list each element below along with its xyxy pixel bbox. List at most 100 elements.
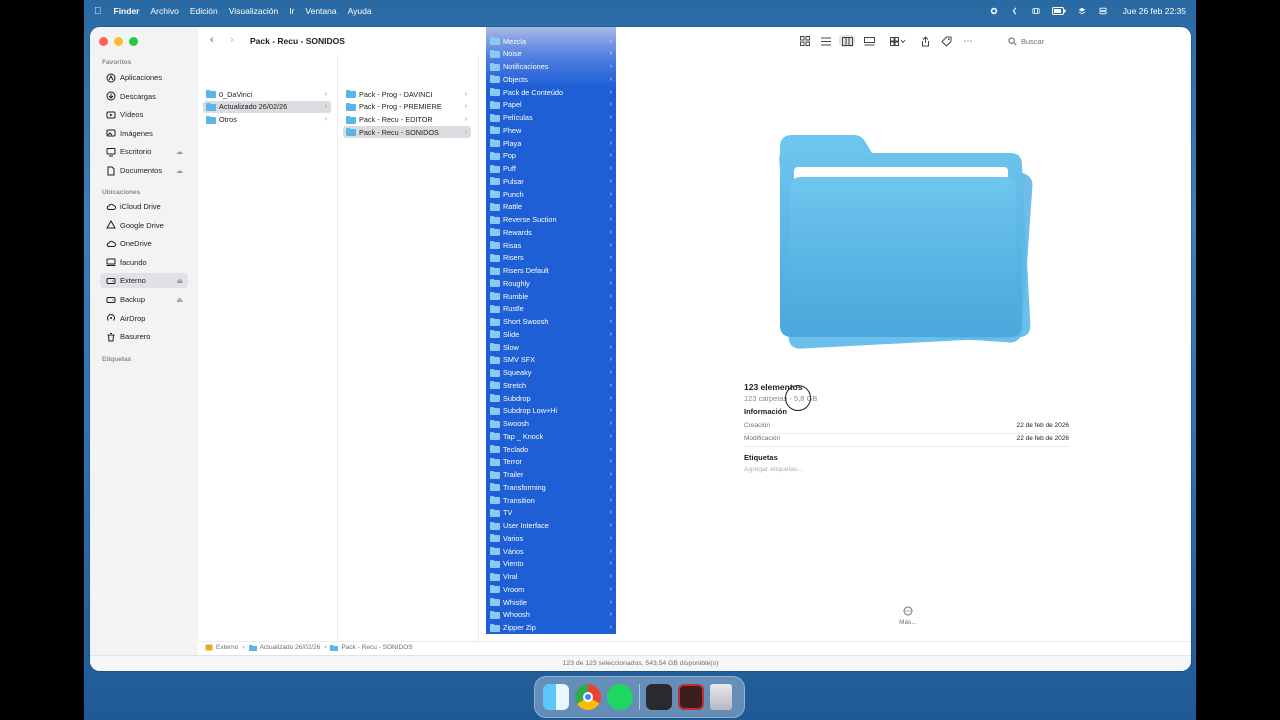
folder-row[interactable]: Rattle ›: [486, 201, 616, 213]
folder-row[interactable]: Trailer ›: [486, 469, 616, 481]
more-actions-icon[interactable]: ⋯: [961, 35, 975, 47]
battery-icon[interactable]: [1051, 7, 1066, 15]
folder-row[interactable]: Viento ›: [486, 558, 616, 570]
folder-row[interactable]: Rustle ›: [486, 303, 616, 315]
folder-row[interactable]: Reverse Suction ›: [486, 214, 616, 226]
folder-row[interactable]: Subdrop ›: [486, 392, 616, 404]
sidebar-item-airdrop[interactable]: AirDrop: [100, 311, 188, 326]
sidebar-item-backup[interactable]: Backup ⏏: [100, 292, 188, 307]
sidebar-item-onedrive[interactable]: OneDrive: [100, 236, 188, 251]
folder-row[interactable]: Slide ›: [486, 328, 616, 340]
zoom-window-button[interactable]: [129, 37, 138, 46]
folder-row[interactable]: Otros ›: [203, 114, 331, 126]
sidebar-item-documentos[interactable]: Documentos ☁: [100, 163, 188, 178]
app-thumbnail-icon[interactable]: [678, 684, 704, 710]
folder-row[interactable]: Viral ›: [486, 571, 616, 583]
gallery-view-icon[interactable]: [862, 35, 876, 47]
sidebar-item-icloud-drive[interactable]: iCloud Drive: [100, 199, 188, 214]
menu-clock[interactable]: Jue 26 feb 22:35: [1123, 6, 1186, 16]
search-field[interactable]: Buscar: [1008, 34, 1188, 48]
folder-row[interactable]: Pack de Conteúdo ›: [486, 86, 616, 98]
sidebar-item-escritorio[interactable]: Escritorio ☁: [100, 144, 188, 159]
folder-row[interactable]: User Interface ›: [486, 520, 616, 532]
menu-ir[interactable]: Ir: [289, 6, 294, 16]
menu-ayuda[interactable]: Ayuda: [348, 6, 372, 16]
more-button[interactable]: Más...: [893, 606, 923, 626]
list-view-icon[interactable]: [819, 35, 833, 47]
folder-row[interactable]: Tap _ Knock ›: [486, 430, 616, 442]
sidebar-item-aplicaciones[interactable]: Aplicaciones: [100, 70, 188, 85]
folder-row[interactable]: Pulsar ›: [486, 175, 616, 187]
path-segment[interactable]: Actualizado 26/02/26: [248, 644, 320, 651]
spotify-dock-icon[interactable]: [607, 684, 633, 710]
apple-icon[interactable]: : [94, 6, 102, 17]
folder-row[interactable]: Teclado ›: [486, 443, 616, 455]
folder-row[interactable]: Playa ›: [486, 137, 616, 149]
folder-row[interactable]: Squeaky ›: [486, 367, 616, 379]
folder-row[interactable]: TV ›: [486, 507, 616, 519]
sidebar-item-facundo[interactable]: facundo: [100, 255, 188, 270]
tags-input[interactable]: Agregar etiquetas...: [744, 466, 803, 473]
folder-row[interactable]: Transition ›: [486, 494, 616, 506]
folder-row[interactable]: Subdrop Low+Hi ›: [486, 405, 616, 417]
sidebar-item-google-drive[interactable]: Google Drive: [100, 218, 188, 233]
folder-row[interactable]: Terror ›: [486, 456, 616, 468]
folder-row[interactable]: Whoosh ›: [486, 609, 616, 621]
menu-edicion[interactable]: Edición: [190, 6, 218, 16]
sidebar-item-v-deos[interactable]: Vídeos: [100, 107, 188, 122]
forward-button[interactable]: ›: [230, 34, 234, 46]
folder-row[interactable]: Risers Default ›: [486, 265, 616, 277]
folder-row[interactable]: Short Swoosh ›: [486, 316, 616, 328]
folder-row[interactable]: Películas ›: [486, 112, 616, 124]
eject-icon[interactable]: ⏏: [176, 296, 183, 304]
folder-row[interactable]: Pack - Prog - PREMIERE ›: [343, 101, 471, 113]
folder-row[interactable]: Varios ›: [486, 532, 616, 544]
folder-row[interactable]: Actualizado 26/02/26 ›: [203, 100, 331, 113]
menu-archivo[interactable]: Archivo: [150, 6, 178, 16]
chrome-dock-icon[interactable]: [575, 684, 601, 710]
folder-row[interactable]: Risas ›: [486, 239, 616, 251]
folder-row[interactable]: Pack - Recu - SONIDOS ›: [343, 126, 471, 139]
path-segment[interactable]: Externo: [205, 644, 238, 651]
folder-row[interactable]: 0_DaVinci ›: [203, 88, 331, 100]
path-segment[interactable]: Pack - Recu - SONIDOS: [330, 644, 413, 651]
folder-row[interactable]: Pop ›: [486, 150, 616, 162]
window-thumbnail-icon[interactable]: [646, 684, 672, 710]
layers-icon[interactable]: [1077, 7, 1087, 15]
close-window-button[interactable]: [99, 37, 108, 46]
folder-row[interactable]: Whistle ›: [486, 596, 616, 608]
folder-row[interactable]: Noise ›: [486, 48, 616, 60]
finder-dock-icon[interactable]: [543, 684, 569, 710]
folder-row[interactable]: Objects ›: [486, 73, 616, 85]
sidebar-item-basurero[interactable]: Basurero: [100, 329, 188, 344]
column-view-icon[interactable]: [839, 35, 855, 47]
folder-row[interactable]: Zipper Zip ›: [486, 622, 616, 634]
tag-icon[interactable]: [939, 35, 953, 47]
folder-row[interactable]: Risers ›: [486, 252, 616, 264]
record-icon[interactable]: [989, 7, 999, 15]
folder-row[interactable]: Roughly ›: [486, 277, 616, 289]
folder-row[interactable]: Phew ›: [486, 124, 616, 136]
folder-row[interactable]: Vários ›: [486, 545, 616, 557]
share-icon[interactable]: [918, 35, 932, 47]
folder-row[interactable]: Rumble ›: [486, 290, 616, 302]
network-icon[interactable]: [1031, 7, 1041, 15]
folder-row[interactable]: Puff ›: [486, 163, 616, 175]
back-button[interactable]: ‹: [210, 34, 214, 46]
menu-finder[interactable]: Finder: [114, 6, 140, 16]
chevron-left-icon[interactable]: [1010, 7, 1020, 15]
menu-ventana[interactable]: Ventana: [305, 6, 336, 16]
control-center-icon[interactable]: [1098, 7, 1108, 15]
folder-row[interactable]: Vroom ›: [486, 583, 616, 595]
folder-row[interactable]: Punch ›: [486, 188, 616, 200]
trash-dock-icon[interactable]: [710, 684, 732, 710]
folder-row[interactable]: Stretch ›: [486, 379, 616, 391]
icon-view-icon[interactable]: [798, 35, 812, 47]
minimize-window-button[interactable]: [114, 37, 123, 46]
eject-icon[interactable]: ⏏: [176, 277, 183, 285]
folder-row[interactable]: Swoosh ›: [486, 418, 616, 430]
folder-row[interactable]: Pack - Recu - EDITOR ›: [343, 114, 471, 126]
folder-row[interactable]: SMV SFX ›: [486, 354, 616, 366]
folder-row[interactable]: Mezcla ›: [486, 35, 616, 47]
folder-row[interactable]: Slow ›: [486, 341, 616, 353]
